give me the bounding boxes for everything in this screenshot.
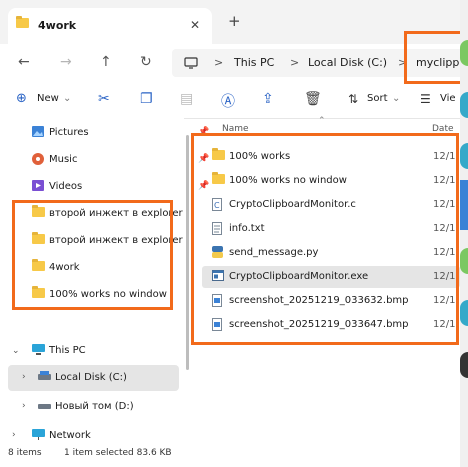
videos-icon xyxy=(32,180,44,194)
tab-bar: 4work ✕ + xyxy=(0,0,460,44)
forward-button[interactable]: → xyxy=(60,54,72,70)
sort-button[interactable]: Sort xyxy=(367,93,388,104)
copy-icon[interactable]: ❐ xyxy=(140,91,153,107)
panel xyxy=(460,180,468,230)
up-button[interactable]: ↑ xyxy=(100,54,112,70)
avatar xyxy=(460,40,468,66)
avatar xyxy=(460,92,468,118)
avatar xyxy=(460,352,468,378)
highlight-box-address xyxy=(404,31,460,84)
delete-icon[interactable]: 🗑 xyxy=(304,91,322,107)
tab-4work[interactable]: 4work ✕ xyxy=(8,8,212,44)
address-bar: ← → ↑ ↻ > This PC > Local Disk (C:) > my… xyxy=(0,44,460,84)
rename-icon[interactable]: Ⓐ xyxy=(221,91,235,111)
chevron-down-icon: ⌄ xyxy=(392,93,401,104)
drive-icon xyxy=(38,371,51,384)
paste-icon[interactable]: ▤ xyxy=(180,91,193,107)
avatar xyxy=(460,143,468,169)
breadcrumb-separator: > xyxy=(290,56,300,69)
music-icon xyxy=(32,153,44,168)
sidebar-item-pictures[interactable]: Pictures 📌 xyxy=(32,124,210,144)
folder-icon xyxy=(16,16,29,31)
chevron-down-icon: ⌄ xyxy=(63,93,72,104)
monitor-icon xyxy=(184,57,198,72)
breadcrumb-this-pc[interactable]: This PC xyxy=(234,56,274,69)
new-button[interactable]: New xyxy=(37,93,59,104)
sidebar-item-label: Local Disk (C:) xyxy=(55,372,127,383)
network-icon xyxy=(32,429,45,443)
drive-icon xyxy=(38,400,51,413)
close-tab-button[interactable]: ✕ xyxy=(190,18,200,32)
sort-icon: ⇅ xyxy=(348,92,359,106)
sidebar-item-music[interactable]: Music 📌 xyxy=(32,151,210,171)
status-bar: 8 items 1 item selected 83.6 KB xyxy=(0,444,460,467)
selection-info: 1 item selected 83.6 KB xyxy=(64,448,172,458)
share-icon[interactable]: ⇪ xyxy=(262,91,274,107)
view-button[interactable]: Vie xyxy=(440,93,456,104)
sidebar-item-drive-d[interactable]: Новый том (D:) xyxy=(38,398,216,418)
breadcrumb-local-disk[interactable]: Local Disk (C:) xyxy=(308,56,387,69)
new-tab-button[interactable]: + xyxy=(228,12,241,30)
monitor-icon xyxy=(32,344,45,358)
sidebar-scrollbar[interactable] xyxy=(186,135,189,370)
avatar xyxy=(460,300,468,326)
back-button[interactable]: ← xyxy=(18,54,30,70)
item-count: 8 items xyxy=(8,448,42,458)
cut-icon[interactable]: ✂ xyxy=(98,91,110,107)
sidebar-item-label: Music xyxy=(49,154,78,165)
breadcrumb-separator: > xyxy=(214,56,224,69)
chevron-down-icon[interactable]: ⌄ xyxy=(12,346,20,356)
chevron-right-icon[interactable]: › xyxy=(22,401,26,411)
highlight-box-files xyxy=(191,133,459,345)
sidebar-item-label: Новый том (D:) xyxy=(55,401,134,412)
avatar xyxy=(460,248,468,274)
file-explorer-window: 4work ✕ + ← → ↑ ↻ > This PC > Local Disk… xyxy=(0,0,461,467)
chevron-right-icon[interactable]: › xyxy=(22,372,26,382)
sidebar-item-label: Pictures xyxy=(49,127,89,138)
sidebar-item-label: Videos xyxy=(49,181,83,192)
sidebar-item-label: Network xyxy=(49,430,91,441)
chevron-right-icon[interactable]: › xyxy=(12,430,16,440)
view-icon: ☰ xyxy=(420,92,431,106)
background-window-edge xyxy=(460,0,468,467)
highlight-box-sidebar xyxy=(12,200,173,310)
tab-title: 4work xyxy=(38,19,77,32)
refresh-button[interactable]: ↻ xyxy=(140,54,152,70)
sidebar-item-label: This PC xyxy=(49,345,86,356)
command-bar: ⊕ New ⌄ ✂ ❐ ▤ Ⓐ ⇪ 🗑 ⇅ Sort ⌄ ☰ Vie xyxy=(0,84,460,119)
sidebar-item-local-disk[interactable]: Local Disk (C:) xyxy=(38,369,216,389)
sidebar-item-videos[interactable]: Videos 📌 xyxy=(32,178,210,198)
sidebar-item-this-pc[interactable]: This PC xyxy=(32,342,210,362)
sort-ascending-icon: ⌃ xyxy=(318,116,326,126)
pictures-icon xyxy=(32,126,44,140)
plus-circle-icon: ⊕ xyxy=(16,91,27,106)
